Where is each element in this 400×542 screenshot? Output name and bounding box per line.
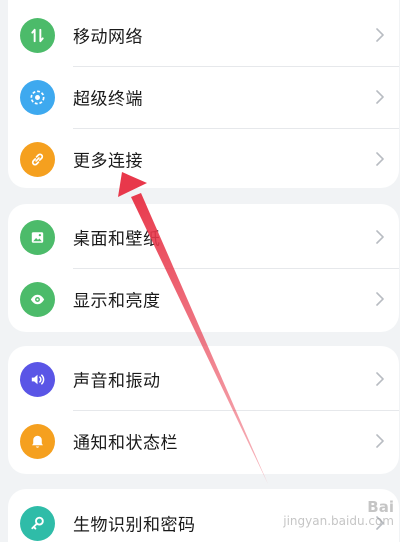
setting-row-notification-status-bar[interactable]: 通知和状态栏 bbox=[8, 410, 399, 472]
mobile-data-icon bbox=[20, 17, 55, 53]
watermark-url: jingyan.baidu.com bbox=[283, 514, 394, 528]
chevron-right-icon bbox=[375, 371, 385, 387]
setting-row-sound-vibration[interactable]: 声音和振动 bbox=[8, 348, 399, 410]
chevron-right-icon bbox=[375, 291, 385, 307]
setting-label: 声音和振动 bbox=[73, 371, 161, 392]
settings-page: 移动网络 超级终端 更多连接 桌面和壁纸 显示和亮度 声音和振动 通知和状态栏 … bbox=[0, 0, 400, 542]
chevron-right-icon bbox=[375, 151, 385, 167]
setting-label: 更多连接 bbox=[73, 151, 143, 172]
chevron-right-icon bbox=[375, 89, 385, 105]
eye-icon bbox=[20, 281, 55, 317]
key-icon bbox=[20, 505, 55, 541]
setting-label: 超级终端 bbox=[73, 89, 143, 110]
settings-group-connectivity: 移动网络 超级终端 更多连接 bbox=[8, 0, 399, 188]
setting-row-super-terminal[interactable]: 超级终端 bbox=[8, 66, 399, 128]
setting-row-more-connections[interactable]: 更多连接 bbox=[8, 128, 399, 188]
setting-label: 移动网络 bbox=[73, 27, 143, 48]
watermark: Bai jingyan.baidu.com bbox=[283, 498, 394, 529]
setting-label: 通知和状态栏 bbox=[73, 433, 178, 454]
setting-row-display-brightness[interactable]: 显示和亮度 bbox=[8, 268, 399, 330]
setting-row-desktop-wallpaper[interactable]: 桌面和壁纸 bbox=[8, 206, 399, 268]
chevron-right-icon bbox=[375, 27, 385, 43]
watermark-brand: Bai bbox=[367, 498, 394, 516]
bell-icon bbox=[20, 423, 55, 459]
setting-label: 生物识别和密码 bbox=[73, 515, 196, 536]
speaker-icon bbox=[20, 361, 55, 397]
super-device-icon bbox=[20, 79, 55, 115]
link-icon bbox=[20, 141, 55, 177]
settings-group-display: 桌面和壁纸 显示和亮度 bbox=[8, 204, 399, 332]
chevron-right-icon bbox=[375, 433, 385, 449]
chevron-right-icon bbox=[375, 229, 385, 245]
settings-group-sound-notifications: 声音和振动 通知和状态栏 bbox=[8, 346, 399, 474]
setting-row-mobile-network[interactable]: 移动网络 bbox=[8, 4, 399, 66]
wallpaper-icon bbox=[20, 219, 55, 255]
setting-label: 显示和亮度 bbox=[73, 291, 161, 312]
setting-label: 桌面和壁纸 bbox=[73, 229, 161, 250]
